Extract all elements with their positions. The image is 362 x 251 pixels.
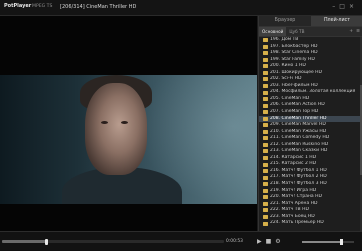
playlist-item-label: 221. Матч Арена HD (270, 200, 318, 206)
channel-icon (263, 123, 268, 128)
channel-icon (263, 136, 268, 141)
seek-progress (2, 240, 47, 243)
playlist-item-label: 224. Мать Премьер HD (270, 220, 324, 226)
playlist-item-label: 202. Sci-Fi HD (270, 76, 302, 82)
channel-icon (263, 156, 268, 161)
playlist-item-label: 211. CineMan Comedy HD (270, 135, 330, 141)
playlist-item-label: 220. Матч! Страна HD (270, 194, 322, 200)
channel-icon (263, 175, 268, 180)
channel-icon (263, 182, 268, 187)
stop-icon[interactable]: ■ (266, 238, 276, 245)
tab-browser[interactable]: Браузер (259, 16, 311, 26)
playlist-item-label: 200. Кино 1 HD (270, 63, 306, 69)
playlist-item-label: 204. Мосфильм. Золотая коллекция (270, 89, 356, 95)
panel-tabs: Браузер Плей-лист (259, 16, 362, 26)
playlist-item-label: 213. CineMan Сказки HD (270, 148, 328, 154)
control-bar: 0:00:53 ▶■⚙ (0, 231, 362, 251)
settings-icon[interactable]: ⚙ (275, 238, 284, 245)
playlist-item-label: 214. Катарсис 1 HD (270, 154, 317, 160)
channel-icon (263, 208, 268, 213)
channel-icon (263, 38, 268, 43)
app-logo[interactable]: PotPlayer (4, 3, 31, 9)
channel-icon (263, 97, 268, 102)
play-icon[interactable]: ▶ (257, 238, 266, 245)
channel-icon (263, 201, 268, 206)
channel-icon (263, 221, 268, 226)
window-title: [206/314] CineMan Thriller HD (60, 4, 137, 10)
seek-handle[interactable] (44, 238, 48, 245)
channel-icon (263, 116, 268, 121)
volume-slider[interactable] (302, 239, 354, 245)
playlist-item-label: 218. Матч! Футбол 3 HD (270, 181, 327, 187)
playlist-item-label: 219. Матч! Игра HD (270, 187, 317, 193)
channel-icon (263, 70, 268, 75)
video-area[interactable] (0, 16, 257, 231)
channel-icon (263, 169, 268, 174)
playlist-item-label: 208. CineMan Thriller HD (270, 115, 327, 121)
playlist-subbar: Основной Цуб ТВ + ≡ (259, 26, 362, 37)
playlist-item-label: 197. Блокбастер HD (270, 43, 318, 49)
playlist-item-label: 206. CineMan Action HD (270, 102, 325, 108)
playlist-item-label: 199. Star Family HD (270, 56, 315, 62)
playlist-item-label: 198. Star Cinema HD (270, 50, 318, 56)
maximize-icon[interactable]: □ (339, 3, 349, 10)
channel-icon (263, 188, 268, 193)
close-icon[interactable]: × (349, 3, 358, 10)
playlist-item-label: 205. CineMan HD (270, 95, 310, 101)
video-frame (0, 75, 257, 204)
channel-icon (263, 84, 268, 89)
playlist-item-label: 203. Fiber-фильм HD (270, 82, 318, 88)
channel-icon (263, 162, 268, 167)
time-display: 0:00:53 (226, 239, 243, 244)
channel-icon (263, 129, 268, 134)
seek-bar[interactable] (2, 238, 224, 245)
channel-icon (263, 44, 268, 49)
playlist-item-label: 210. CineMan Ужасы HD (270, 128, 327, 134)
channel-icon (263, 142, 268, 147)
channel-icon (263, 51, 268, 56)
add-icon[interactable]: + (347, 29, 355, 34)
playlist-item-label: 223. Матч Боец HD (270, 213, 315, 219)
playlist: 196. Дом ТВ 197. Блокбастер HD 198. Star C… (259, 37, 360, 231)
playlist-item-label: 207. CineMan Top HD (270, 109, 319, 115)
volume-handle[interactable] (339, 239, 343, 245)
playlist-item-label: 196. Дом ТВ (270, 37, 299, 42)
channel-icon (263, 77, 268, 82)
control-icons: ▶■⚙ (257, 238, 285, 245)
channel-icon (263, 103, 268, 108)
channel-icon (263, 64, 268, 69)
window-buttons: –□× (332, 3, 358, 10)
tab-playlist[interactable]: Плей-лист (311, 16, 362, 26)
playlist-item-label: 222. Матч ТВ HD (270, 207, 309, 213)
playlist-item-label: 212. CineMan Ruskino HD (270, 141, 329, 147)
title-bar: PotPlayer MPEG TS [206/314] CineMan Thri… (0, 0, 362, 16)
channel-icon (263, 110, 268, 115)
playlist-item-label: 216. Матч! Футбол 1 HD (270, 167, 327, 173)
menu-icon[interactable]: ≡ (355, 29, 362, 34)
playlist-item-label: 201. Шокирующее HD (270, 69, 323, 75)
channel-icon (263, 195, 268, 200)
subtab-second[interactable]: Цуб ТВ (286, 27, 307, 36)
format-label: MPEG TS (32, 4, 53, 9)
channel-icon (263, 90, 268, 95)
playlist-item-label: 209. CineMan Marvel HD (270, 122, 326, 128)
playlist-item-label: 215. Катарсис 2 HD (270, 161, 317, 167)
subtab-main[interactable]: Основной (259, 27, 287, 36)
channel-icon (263, 214, 268, 219)
playlist-item-label: 217. Матч! Футбол 2 HD (270, 174, 327, 180)
channel-icon (263, 149, 268, 154)
volume-level (302, 241, 341, 243)
channel-icon (263, 57, 268, 62)
figure-face (85, 83, 147, 175)
playlist-panel: Браузер Плей-лист Основной Цуб ТВ + ≡ 19… (258, 16, 362, 231)
playlist-item[interactable]: 224. Мать Премьер HD (259, 220, 360, 227)
